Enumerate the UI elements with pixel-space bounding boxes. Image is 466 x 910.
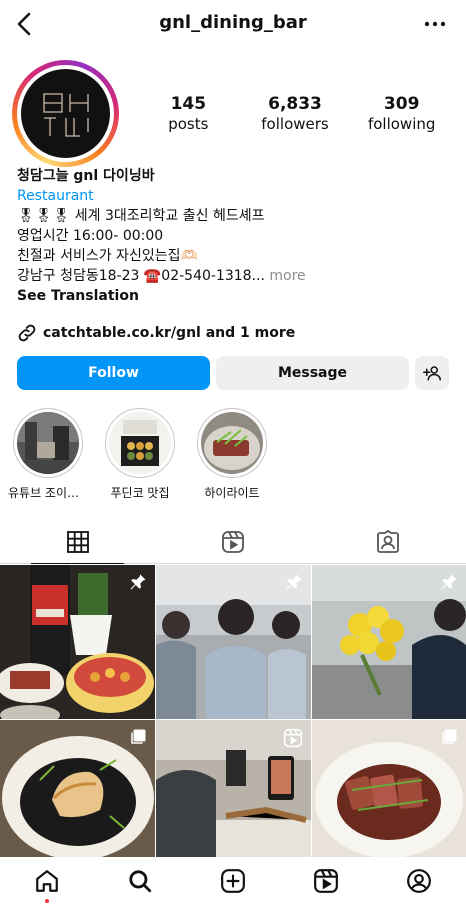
tab-posts[interactable] bbox=[0, 520, 155, 564]
carousel-icon bbox=[131, 729, 146, 744]
bio-line: 친절과 서비스가 자신있는집🫶🏻 bbox=[17, 248, 198, 264]
posts-stat[interactable]: 145 posts bbox=[135, 94, 242, 134]
profile-username: gnl_dining_bar bbox=[159, 12, 307, 33]
post-thumbnail[interactable] bbox=[156, 720, 311, 857]
bio-line: 🎖🎖🎖 세계 3대조리학교 출신 헤드셰프 bbox=[17, 208, 265, 224]
reels-icon bbox=[222, 530, 244, 553]
profile-display-name: 청담그늘 gnl 다이닝바 bbox=[17, 168, 155, 184]
reels-icon bbox=[314, 868, 339, 893]
tab-reels[interactable] bbox=[155, 520, 310, 563]
create-icon bbox=[221, 868, 245, 893]
highlight-cover bbox=[109, 412, 171, 474]
carousel-icon bbox=[442, 729, 457, 744]
nav-reels[interactable] bbox=[306, 861, 346, 901]
pin-icon bbox=[130, 574, 146, 590]
following-count: 309 bbox=[383, 94, 420, 114]
add-user-icon bbox=[423, 366, 441, 381]
nav-profile[interactable] bbox=[399, 861, 439, 901]
nav-search[interactable] bbox=[120, 861, 160, 901]
brand-logo bbox=[42, 92, 89, 137]
highlight-cover bbox=[17, 412, 79, 474]
tagged-icon bbox=[377, 529, 400, 553]
highlight-label: 푸딘코 맛집 bbox=[110, 486, 170, 500]
see-translation-link[interactable]: See Translation bbox=[17, 286, 457, 306]
search-icon bbox=[129, 869, 151, 892]
nav-create[interactable] bbox=[213, 861, 253, 901]
more-horizontal-icon bbox=[424, 21, 446, 27]
message-button[interactable]: Message bbox=[216, 356, 409, 390]
highlight-item[interactable]: 하이라이트 bbox=[192, 408, 272, 501]
followers-count: 6,833 bbox=[268, 94, 322, 114]
posts-label: posts bbox=[168, 115, 209, 133]
bio-line-address: 강남구 청담동18-23 ☎️02-540-1318... more bbox=[17, 268, 306, 284]
profile-stats: 145 posts 6,833 followers 309 following bbox=[135, 94, 455, 134]
posts-grid bbox=[0, 565, 466, 857]
bio-line: 영업시간 16:00- 00:00 bbox=[17, 228, 164, 244]
post-thumbnail[interactable] bbox=[0, 720, 155, 857]
profile-tabs bbox=[0, 520, 466, 564]
grid-icon bbox=[66, 530, 89, 553]
follow-button[interactable]: Follow bbox=[17, 356, 210, 390]
highlight-label: 하이라이트 bbox=[204, 486, 260, 500]
notification-dot bbox=[44, 898, 49, 903]
story-highlights: 유튜브 조이한… 푸딘코 맛집 하이라이트 bbox=[8, 408, 272, 501]
profile-actions: Follow Message bbox=[17, 356, 449, 390]
highlight-cover bbox=[201, 412, 263, 474]
following-label: following bbox=[367, 115, 436, 133]
suggested-users-button[interactable] bbox=[415, 356, 449, 390]
bio-more-link[interactable]: more bbox=[265, 268, 305, 284]
tab-tagged[interactable] bbox=[311, 520, 466, 563]
bottom-navigation bbox=[0, 857, 466, 910]
highlight-label: 유튜브 조이한… bbox=[8, 486, 88, 500]
top-bar: gnl_dining_bar bbox=[0, 0, 466, 50]
more-options-button[interactable] bbox=[420, 14, 450, 34]
highlight-item[interactable]: 유튜브 조이한… bbox=[8, 408, 88, 501]
avatar bbox=[21, 69, 110, 158]
profile-bio: 청담그늘 gnl 다이닝바 Restaurant 🎖🎖🎖 세계 3대조리학교 출… bbox=[17, 166, 457, 306]
highlight-item[interactable]: 푸딘코 맛집 bbox=[100, 408, 180, 501]
profile-icon bbox=[407, 868, 432, 893]
followers-stat[interactable]: 6,833 followers bbox=[242, 94, 349, 134]
following-stat[interactable]: 309 following bbox=[348, 94, 455, 134]
pin-icon bbox=[441, 574, 457, 590]
post-thumbnail[interactable] bbox=[0, 565, 155, 719]
pin-icon bbox=[286, 574, 302, 590]
link-icon bbox=[18, 324, 36, 342]
reels-icon bbox=[283, 728, 303, 748]
home-icon bbox=[35, 869, 58, 892]
post-thumbnail[interactable] bbox=[312, 720, 466, 857]
profile-link[interactable]: catchtable.co.kr/gnl and 1 more bbox=[17, 322, 295, 344]
post-thumbnail[interactable] bbox=[156, 565, 311, 719]
post-thumbnail[interactable] bbox=[312, 565, 466, 719]
profile-category[interactable]: Restaurant bbox=[17, 186, 457, 206]
profile-link-text: catchtable.co.kr/gnl and 1 more bbox=[43, 325, 296, 341]
followers-label: followers bbox=[261, 115, 329, 133]
story-ring[interactable] bbox=[12, 60, 119, 167]
posts-count: 145 bbox=[170, 94, 207, 114]
nav-home[interactable] bbox=[27, 861, 67, 903]
